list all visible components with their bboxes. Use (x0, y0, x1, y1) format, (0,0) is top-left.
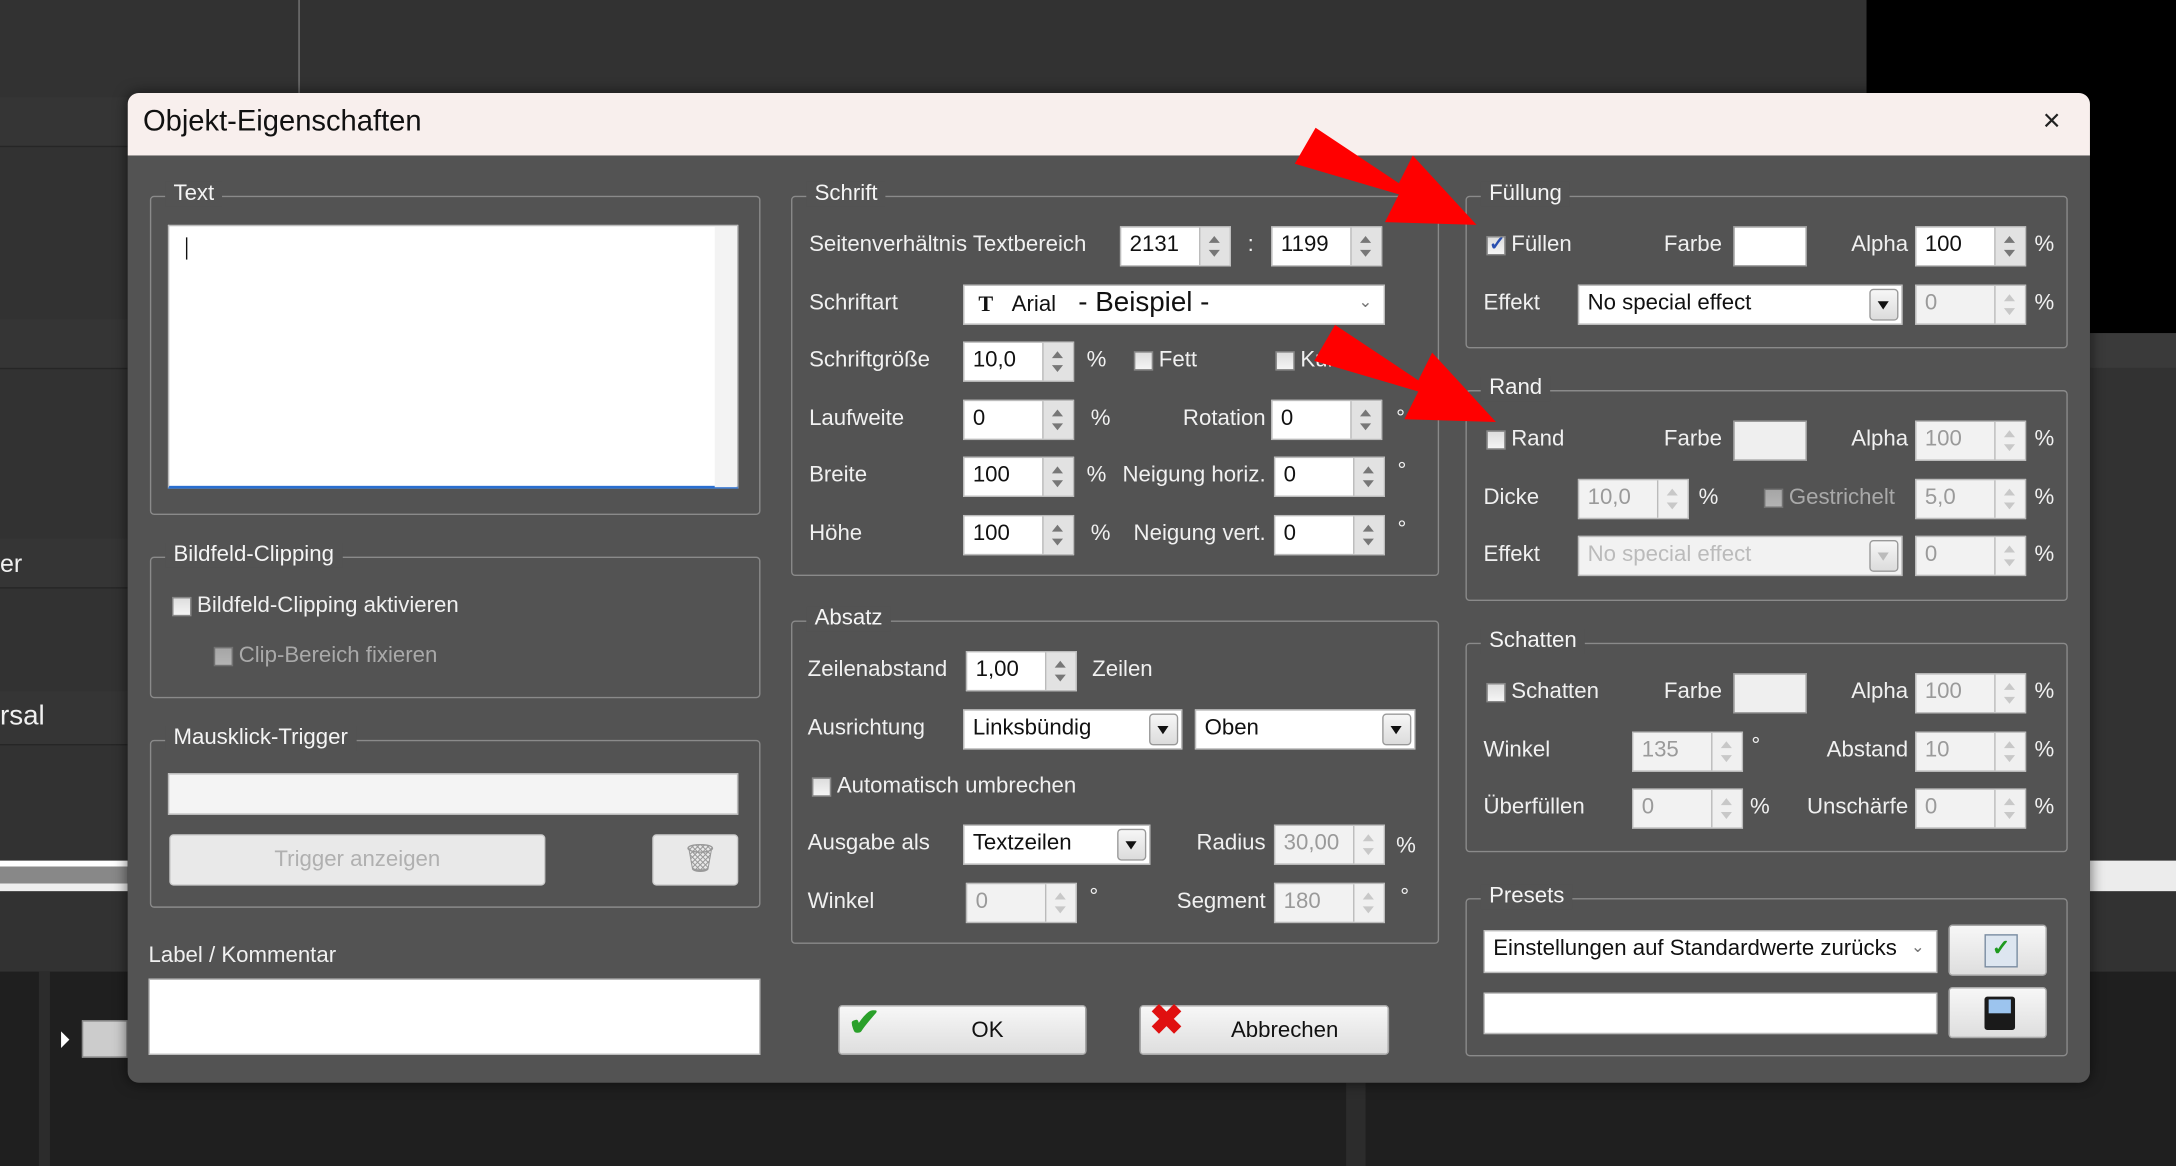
red-arrow-rand (1314, 324, 1497, 422)
red-arrow-fuellung (1294, 127, 1477, 225)
screen: er rsal Objekt-Eigenschaften × Text Bildf… (0, 0, 2176, 1166)
annotation-arrows (1294, 127, 1497, 422)
